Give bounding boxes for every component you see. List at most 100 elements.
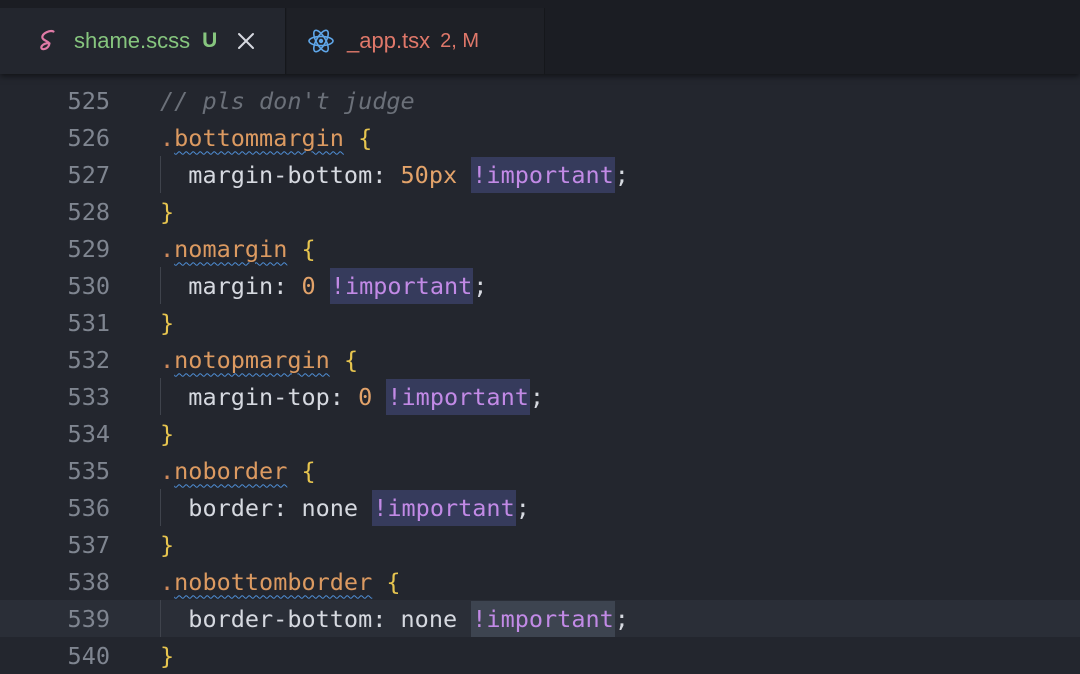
line-number: 531: [67, 308, 110, 337]
close-icon: [238, 33, 255, 49]
line-content: }: [160, 304, 174, 341]
open-brace: {: [386, 567, 401, 596]
code-line[interactable]: 538. nobottomborder {: [0, 563, 1080, 600]
line-content: . noborder {: [160, 452, 316, 489]
tab-shame-scss[interactable]: shame.scss U: [0, 8, 286, 74]
tab-filename: _app.tsx: [347, 28, 431, 53]
css-property: margin: [188, 271, 274, 300]
colon: :: [372, 160, 401, 189]
important-flag-highlight: !important: [471, 600, 615, 637]
class-selector-name: notopmargin: [174, 345, 330, 374]
tab-app-tsx[interactable]: _app.tsx 2, M: [287, 8, 545, 74]
open-brace: {: [301, 234, 316, 263]
line-content: border: none !important;: [160, 489, 530, 526]
semicolon: ;: [614, 604, 629, 633]
code-line[interactable]: 527 margin-bottom: 50px !important;: [0, 156, 1080, 193]
line-number: 537: [67, 530, 110, 559]
semicolon: ;: [515, 493, 530, 522]
open-brace: {: [301, 456, 316, 485]
css-value: 50px: [400, 160, 458, 189]
line-number: 534: [67, 419, 110, 448]
line-content: }: [160, 415, 174, 452]
css-value: none: [400, 604, 458, 633]
class-selector-name: nomargin: [174, 234, 288, 263]
open-brace: {: [358, 123, 373, 152]
line-content: . bottommargin {: [160, 119, 372, 156]
colon: :: [273, 493, 302, 522]
git-status-badge: U: [202, 29, 218, 52]
css-property: margin-top: [188, 382, 330, 411]
code-line[interactable]: 525 // pls don't judge: [0, 82, 1080, 119]
class-selector-name: nobottomborder: [174, 567, 373, 596]
code-line[interactable]: 540}: [0, 637, 1080, 674]
colon: :: [372, 604, 401, 633]
code-line[interactable]: 526 . bottommargin {: [0, 119, 1080, 156]
line-number: 532: [67, 345, 110, 374]
class-selector-dot: .: [160, 345, 175, 374]
line-content: . nomargin {: [160, 230, 316, 267]
line-number: 526: [67, 123, 110, 152]
line-number: 533: [67, 382, 110, 411]
react-icon: [308, 29, 334, 53]
class-selector-dot: .: [160, 234, 175, 263]
semicolon: ;: [529, 382, 545, 411]
close-brace: }: [160, 308, 175, 337]
line-number: 528: [67, 197, 110, 226]
code-line[interactable]: 534}: [0, 415, 1080, 452]
line-content: margin: 0 !important;: [160, 267, 487, 304]
line-number: 527: [67, 160, 110, 189]
code-line[interactable]: 528}: [0, 193, 1080, 230]
line-content: margin-top: 0 !important;: [160, 378, 544, 415]
line-number: 530: [67, 271, 110, 300]
css-value: 0: [301, 271, 316, 300]
important-flag-highlight: !important: [471, 156, 615, 193]
line-content: border-bottom: none !important;: [160, 600, 629, 637]
class-selector-dot: .: [160, 567, 175, 596]
code-line[interactable]: 539 border-bottom: none !important;: [0, 600, 1080, 637]
css-property: margin-bottom: [188, 160, 373, 189]
semicolon: ;: [473, 271, 488, 300]
line-content: }: [160, 637, 174, 674]
code-line[interactable]: 536 border: none !important;: [0, 489, 1080, 526]
line-content: // pls don't judge: [160, 82, 415, 119]
close-tab-button[interactable]: [233, 28, 259, 54]
code-line[interactable]: 529. nomargin {: [0, 230, 1080, 267]
css-value: 0: [358, 382, 373, 411]
colon: :: [273, 271, 302, 300]
line-content: }: [160, 526, 174, 563]
line-number: 536: [67, 493, 110, 522]
code-line[interactable]: 535 . noborder {: [0, 452, 1080, 489]
line-number: 539: [67, 604, 110, 633]
class-selector-name: bottommargin: [174, 123, 344, 152]
code-line[interactable]: 537}: [0, 526, 1080, 563]
line-number: 538: [67, 567, 110, 596]
line-number: 529: [67, 234, 110, 263]
code-line[interactable]: 531}: [0, 304, 1080, 341]
css-property: border-bottom: [188, 604, 373, 633]
line-content: margin-bottom: 50px !important;: [160, 156, 629, 193]
code-line[interactable]: 532 . notopmargin {: [0, 341, 1080, 378]
colon: :: [329, 382, 359, 411]
code-line[interactable]: 530 margin: 0 !important;: [0, 267, 1080, 304]
class-selector-name: noborder: [174, 456, 288, 485]
line-content: }: [160, 193, 174, 230]
line-content: . notopmargin {: [160, 341, 358, 378]
code-editor[interactable]: 525// pls don't judge 526. bottommargin {5…: [0, 74, 1080, 674]
code-line[interactable]: 533 margin-top: 0 !important;: [0, 378, 1080, 415]
close-brace: }: [160, 641, 175, 670]
line-content: . nobottomborder {: [160, 563, 401, 600]
line-number: 535: [67, 456, 110, 485]
